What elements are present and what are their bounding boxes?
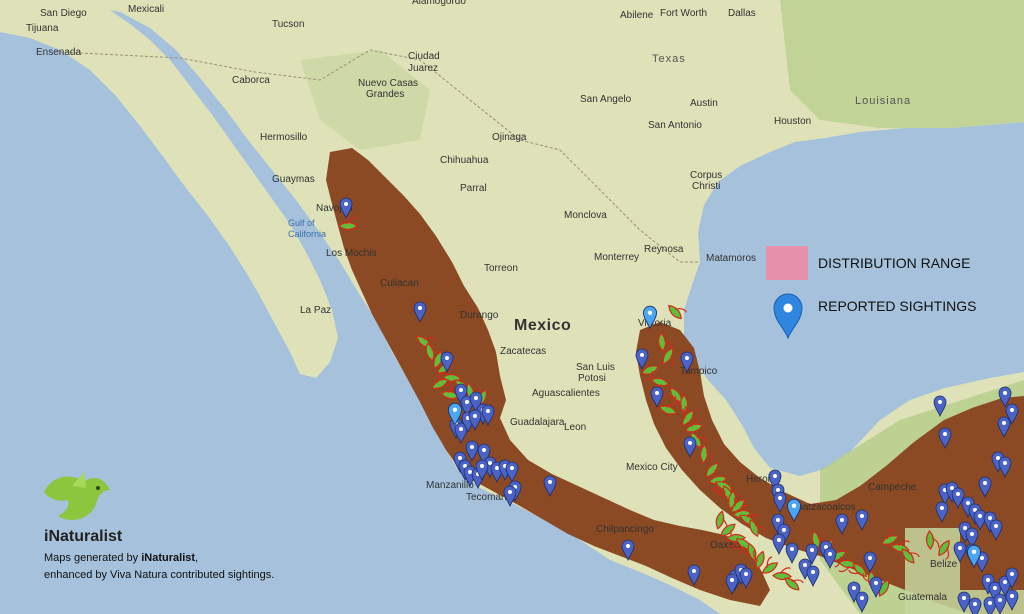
brand-name: iNaturalist (44, 528, 123, 545)
place-label: Hermosillo (260, 132, 308, 143)
place-label: San Angelo (580, 94, 632, 105)
place-label: Los Mochis (326, 248, 377, 259)
legend-range-label: DISTRIBUTION RANGE (818, 255, 970, 271)
place-label: Christi (692, 181, 720, 192)
place-label: Durango (460, 310, 499, 321)
place-label: Ciudad (408, 51, 440, 62)
credit-line-2: enhanced by Viva Natura contributed sigh… (44, 569, 274, 581)
legend-sightings-label: REPORTED SIGHTINGS (818, 298, 976, 314)
place-label: Mexico City (626, 462, 678, 473)
place-label: Nuevo Casas (358, 78, 418, 89)
map-canvas[interactable]: San Diego Mexicali Tijuana Ensenada Tucson Al… (0, 0, 1024, 614)
place-label: Culiacan (380, 278, 419, 289)
place-label: Reynosa (644, 244, 684, 255)
place-label: Houston (774, 116, 811, 127)
place-label: Monclova (564, 210, 607, 221)
place-label: Abilene (620, 10, 654, 21)
place-label: Ensenada (36, 47, 81, 58)
place-label: La Paz (300, 305, 331, 316)
place-label: Parral (460, 183, 487, 194)
place-label: Alamogordo (412, 0, 466, 7)
state-label: Louisiana (855, 95, 911, 107)
legend-range-swatch (766, 246, 808, 280)
place-label: Guadalajara (510, 417, 565, 428)
place-label: San Luis (576, 362, 615, 373)
vegetation-east-texas (780, 0, 1024, 128)
place-label: Aguascalientes (532, 388, 600, 399)
place-label: Guatemala (898, 592, 947, 603)
place-label: Ojinaga (492, 132, 527, 143)
country-label: Mexico (514, 317, 571, 334)
place-label: Belize (930, 559, 958, 570)
place-label: Fort Worth (660, 8, 707, 19)
place-label: Tijuana (26, 23, 59, 34)
place-label: Caborca (232, 75, 270, 86)
place-label: Matamoros (706, 253, 756, 264)
place-label: Tucson (272, 19, 304, 30)
place-label: Corpus (690, 170, 722, 181)
place-label: Chihuahua (440, 155, 489, 166)
place-label: Dallas (728, 8, 756, 19)
place-label: Austin (690, 98, 718, 109)
place-label: Juarez (408, 63, 438, 74)
place-label: Torreon (484, 263, 518, 274)
place-label: Potosi (578, 373, 606, 384)
water-label: California (288, 229, 326, 239)
place-label: Monterrey (594, 252, 639, 263)
place-label: Guaymas (272, 174, 315, 185)
credit-line-1: Maps generated by iNaturalist, (44, 552, 198, 564)
place-label: Zacatecas (500, 346, 546, 357)
water-label: Gulf of (288, 218, 315, 228)
place-label: Chilpancingo (596, 524, 654, 535)
place-label: Grandes (366, 89, 404, 100)
state-label: Texas (652, 53, 686, 65)
place-label: San Diego (40, 8, 87, 19)
place-label: Leon (564, 422, 586, 433)
place-label: Manzanillo (426, 480, 474, 491)
place-label: Mexicali (128, 4, 164, 15)
place-label: Campeche (868, 482, 917, 493)
place-label: San Antonio (648, 120, 702, 131)
place-label: Tecoman (466, 492, 507, 503)
